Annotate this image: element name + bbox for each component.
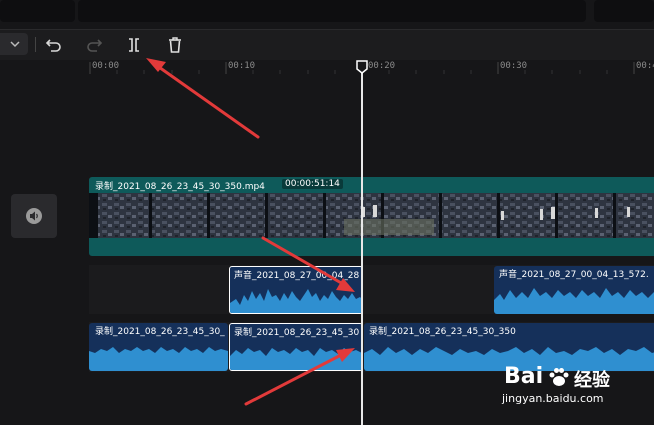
baidu-watermark: Bai 经验 jingyan.baidu.com: [500, 362, 650, 408]
watermark-brand: Bai: [504, 364, 544, 389]
watermark-brand-suffix: 经验: [574, 370, 610, 391]
watermark-url: jingyan.baidu.com: [502, 392, 604, 405]
paw-icon: [549, 368, 569, 386]
